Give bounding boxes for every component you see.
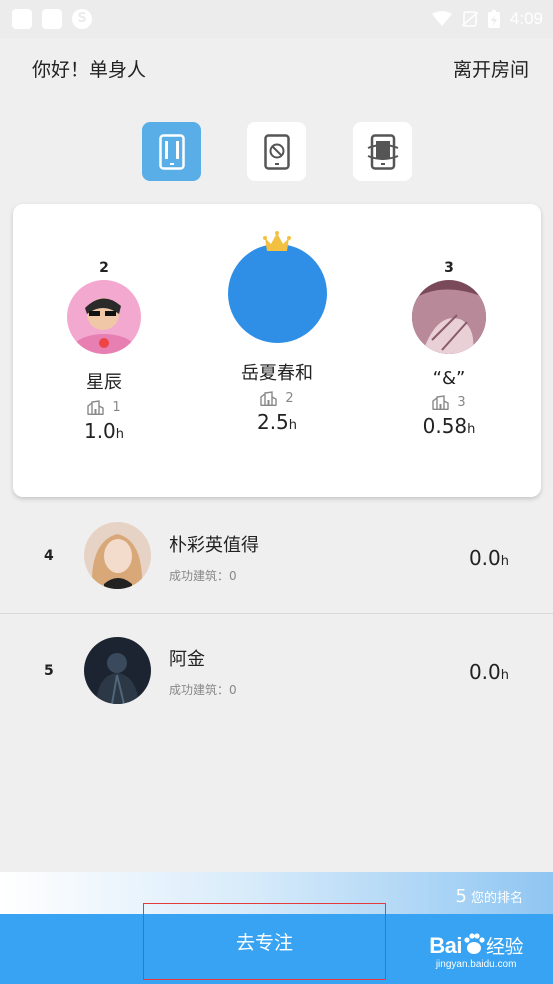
- greeting-text: 你好！单身人: [32, 59, 147, 81]
- player-name: 阿金: [169, 649, 205, 670]
- mode-phone-rotate-button[interactable]: [353, 122, 412, 181]
- notification-icon: [12, 9, 32, 29]
- avatar: [84, 637, 151, 704]
- clock: 4:09: [509, 9, 543, 28]
- avatar: [227, 244, 327, 343]
- buildings-text: 成功建筑：0: [169, 569, 237, 583]
- no-sim-icon: [461, 11, 478, 27]
- player-name: 星辰: [86, 372, 122, 393]
- player-name: 岳夏春和: [241, 363, 313, 384]
- podium-second[interactable]: 2 星辰 1 1.0h: [29, 260, 179, 443]
- podium-third[interactable]: 3 “&” 3 0.58h: [374, 260, 524, 438]
- baidu-jingyan-watermark: Bai 经验 jingyan.baidu.com: [429, 933, 523, 970]
- buildings-text: 成功建筑：0: [169, 683, 237, 697]
- player-name: “&”: [432, 368, 466, 389]
- building-count: 2: [285, 391, 294, 406]
- building-icon: [432, 395, 450, 410]
- paw-icon: [464, 933, 485, 954]
- avatar: [67, 280, 141, 354]
- rank-number: 4: [44, 548, 54, 564]
- rank-number: 3: [444, 260, 454, 276]
- avatar: [84, 522, 151, 589]
- focus-hours: 0.58h: [422, 414, 476, 438]
- building-count: 1: [112, 400, 121, 415]
- phone-focus-icon: [158, 133, 185, 170]
- list-item[interactable]: 5 阿金 成功建筑：0 0.0h: [0, 614, 553, 727]
- no-phone-icon: [263, 133, 290, 170]
- rank-number: 5: [44, 663, 54, 679]
- focus-hours: 1.0h: [83, 419, 125, 443]
- leave-room-button[interactable]: 离开房间: [453, 55, 529, 82]
- my-rank-number: 5: [455, 886, 467, 907]
- phone-rotate-icon: [367, 133, 398, 170]
- podium-first[interactable]: 岳夏春和 2 2.5h: [202, 230, 352, 434]
- building-icon: [87, 400, 105, 415]
- avatar: [412, 280, 486, 354]
- building-count: 3: [457, 395, 466, 410]
- focus-hours: 0.0h: [468, 546, 509, 570]
- bottom-bar: 去专注 Bai 经验 jingyan.baidu.com: [0, 903, 553, 984]
- mode-no-phone-button[interactable]: [247, 122, 306, 181]
- rank-number: 2: [99, 260, 109, 276]
- wifi-icon: [431, 11, 452, 26]
- mode-phone-focus-button[interactable]: [142, 122, 201, 181]
- focus-hours: 2.5h: [256, 410, 298, 434]
- focus-hours: 0.0h: [468, 660, 509, 684]
- player-name: 朴彩英值得: [169, 535, 259, 556]
- go-focus-button[interactable]: 去专注: [143, 903, 386, 980]
- podium-card: 2 星辰 1 1.0h 岳夏春和 2 2.5h 3 “&” 3 0.58h: [13, 204, 541, 497]
- my-rank-label: 您的排名: [470, 891, 523, 906]
- s-app-icon: S: [72, 9, 92, 29]
- battery-charging-icon: [487, 10, 500, 28]
- crown-icon: [263, 231, 291, 251]
- list-item[interactable]: 4 朴彩英值得 成功建筑：0 0.0h: [0, 500, 553, 613]
- building-icon: [260, 391, 278, 406]
- status-bar: S 4:09: [0, 0, 553, 38]
- notification-icon: [42, 9, 62, 29]
